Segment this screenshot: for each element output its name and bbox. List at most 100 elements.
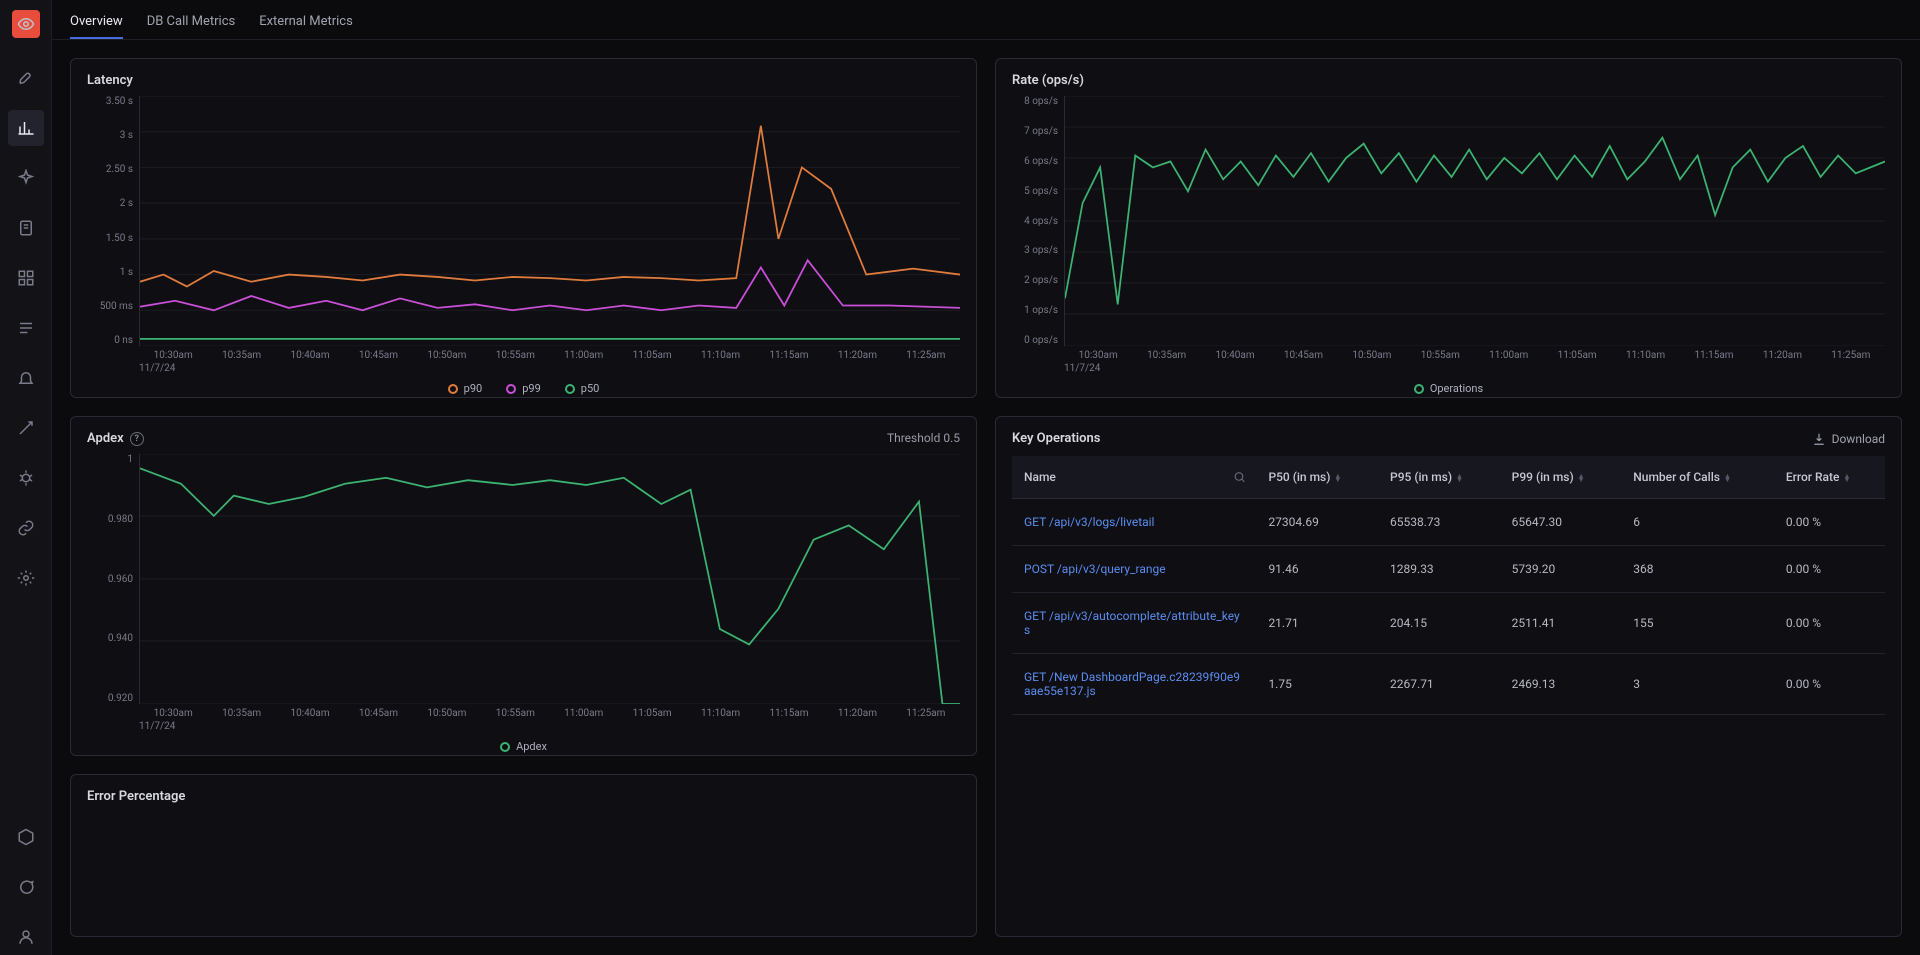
sort-icon[interactable]: ▲▼ bbox=[1578, 474, 1585, 482]
nav-bug[interactable] bbox=[8, 460, 44, 496]
apdex-chart[interactable]: 1 0.980 0.960 0.940 0.920 bbox=[87, 454, 960, 753]
download-button[interactable]: Download bbox=[1812, 432, 1885, 446]
nav-box[interactable] bbox=[8, 819, 44, 855]
op-link[interactable]: GET /New DashboardPage.c28239f90e9aae55e… bbox=[1024, 670, 1240, 698]
col-error-rate[interactable]: Error Rate▲▼ bbox=[1774, 456, 1885, 499]
x-tick: 10:55am bbox=[481, 708, 549, 719]
op-link[interactable]: GET /api/v3/autocomplete/attribute_keys bbox=[1024, 609, 1240, 637]
rate-title: Rate (ops/s) bbox=[1012, 73, 1885, 88]
col-p95[interactable]: P95 (in ms)▲▼ bbox=[1378, 456, 1500, 499]
rocket-icon bbox=[17, 69, 35, 87]
rate-legend: Operations bbox=[1012, 382, 1885, 395]
rate-chart[interactable]: 8 ops/s 7 ops/s 6 ops/s 5 ops/s 4 ops/s … bbox=[1012, 96, 1885, 395]
op-link[interactable]: POST /api/v3/query_range bbox=[1024, 562, 1166, 576]
cell-p99: 2469.13 bbox=[1500, 654, 1622, 715]
legend-p99[interactable]: p99 bbox=[506, 382, 541, 395]
y-tick: 0 ns bbox=[114, 335, 133, 346]
x-tick: 11:20am bbox=[823, 708, 891, 719]
x-tick: 11:25am bbox=[892, 708, 960, 719]
apdex-x-date: 11/7/24 bbox=[139, 719, 960, 732]
x-tick: 10:50am bbox=[413, 350, 481, 361]
apdex-threshold: Threshold 0.5 bbox=[887, 431, 960, 445]
sort-icon[interactable]: ▲▼ bbox=[1456, 474, 1463, 482]
legend-p50[interactable]: p50 bbox=[565, 382, 600, 395]
list-icon bbox=[17, 319, 35, 337]
cell-p95: 1289.33 bbox=[1378, 546, 1500, 593]
bug-icon bbox=[17, 469, 35, 487]
apdex-plot[interactable] bbox=[139, 454, 960, 704]
nav-sparkle[interactable] bbox=[8, 160, 44, 196]
search-icon[interactable] bbox=[1233, 471, 1246, 484]
x-tick: 10:35am bbox=[207, 708, 275, 719]
table-row[interactable]: GET /api/v3/logs/livetail 27304.69 65538… bbox=[1012, 499, 1885, 546]
col-label: Number of Calls bbox=[1633, 470, 1720, 484]
link-icon bbox=[17, 519, 35, 537]
x-tick: 10:40am bbox=[276, 350, 344, 361]
legend-p90[interactable]: p90 bbox=[448, 382, 483, 395]
x-tick: 10:45am bbox=[1269, 350, 1337, 361]
col-calls[interactable]: Number of Calls ▲▼ bbox=[1621, 456, 1774, 499]
x-tick: 11:15am bbox=[755, 350, 823, 361]
cell-err: 0.00 % bbox=[1774, 593, 1885, 654]
latency-plot[interactable] bbox=[139, 96, 960, 346]
col-p99[interactable]: P99 (in ms)▲▼ bbox=[1500, 456, 1622, 499]
nav-integrations[interactable] bbox=[8, 510, 44, 546]
error-percentage-panel: Error Percentage bbox=[70, 774, 977, 937]
apdex-title-row: Apdex ? bbox=[87, 431, 960, 446]
nav-list[interactable] bbox=[8, 310, 44, 346]
x-tick: 11:00am bbox=[550, 708, 618, 719]
y-tick: 0.940 bbox=[108, 633, 133, 644]
legend-label: Operations bbox=[1430, 382, 1483, 395]
sidebar bbox=[0, 0, 52, 955]
nav-user[interactable] bbox=[8, 919, 44, 955]
apdex-y-axis: 1 0.980 0.960 0.940 0.920 bbox=[87, 454, 139, 704]
chat-icon bbox=[17, 878, 35, 896]
col-p50[interactable]: P50 (in ms)▲▼ bbox=[1256, 456, 1378, 499]
x-tick: 10:50am bbox=[1338, 350, 1406, 361]
y-tick: 0.960 bbox=[108, 574, 133, 585]
x-tick: 10:45am bbox=[344, 350, 412, 361]
latency-panel: Latency 3.50 s 3 s 2.50 s 2 s 1.50 s 1 s… bbox=[70, 58, 977, 398]
sort-icon[interactable]: ▲▼ bbox=[1843, 474, 1850, 482]
latency-chart[interactable]: 3.50 s 3 s 2.50 s 2 s 1.50 s 1 s 500 ms … bbox=[87, 96, 960, 395]
cell-calls: 155 bbox=[1621, 593, 1774, 654]
help-icon[interactable]: ? bbox=[130, 432, 144, 446]
tab-db-call-metrics[interactable]: DB Call Metrics bbox=[147, 4, 236, 39]
nav-chat[interactable] bbox=[8, 869, 44, 905]
nav-doc[interactable] bbox=[8, 210, 44, 246]
col-name[interactable]: Name bbox=[1012, 456, 1256, 499]
latency-x-axis: 10:30am 10:35am 10:40am 10:45am 10:50am … bbox=[139, 346, 960, 361]
nav-grid[interactable] bbox=[8, 260, 44, 296]
table-row[interactable]: POST /api/v3/query_range 91.46 1289.33 5… bbox=[1012, 546, 1885, 593]
nav-alerts[interactable] bbox=[8, 360, 44, 396]
x-tick: 11:20am bbox=[1748, 350, 1816, 361]
nav-metrics[interactable] bbox=[8, 110, 44, 146]
tab-external-metrics[interactable]: External Metrics bbox=[259, 4, 353, 39]
legend-operations[interactable]: Operations bbox=[1414, 382, 1483, 395]
cell-p99: 65647.30 bbox=[1500, 499, 1622, 546]
user-icon bbox=[17, 928, 35, 946]
key-operations-table: Name P50 (in ms)▲▼ P95 (in ms)▲▼ P99 (in… bbox=[1012, 456, 1885, 715]
nav-settings[interactable] bbox=[8, 560, 44, 596]
rate-plot[interactable] bbox=[1064, 96, 1885, 346]
cell-p95: 65538.73 bbox=[1378, 499, 1500, 546]
legend-label: p99 bbox=[522, 382, 541, 395]
table-row[interactable]: GET /api/v3/autocomplete/attribute_keys … bbox=[1012, 593, 1885, 654]
table-row[interactable]: GET /New DashboardPage.c28239f90e9aae55e… bbox=[1012, 654, 1885, 715]
y-tick: 7 ops/s bbox=[1024, 126, 1058, 137]
x-tick: 10:30am bbox=[139, 350, 207, 361]
op-link[interactable]: GET /api/v3/logs/livetail bbox=[1024, 515, 1154, 529]
latency-y-axis: 3.50 s 3 s 2.50 s 2 s 1.50 s 1 s 500 ms … bbox=[87, 96, 139, 346]
cell-p99: 5739.20 bbox=[1500, 546, 1622, 593]
tab-overview[interactable]: Overview bbox=[70, 4, 123, 39]
sort-icon[interactable]: ▲▼ bbox=[1334, 474, 1341, 482]
app-logo[interactable] bbox=[12, 10, 40, 38]
nav-wand[interactable] bbox=[8, 410, 44, 446]
sort-icon[interactable]: ▲▼ bbox=[1724, 474, 1731, 482]
x-tick: 11:25am bbox=[892, 350, 960, 361]
nav-rocket[interactable] bbox=[8, 60, 44, 96]
legend-apdex[interactable]: Apdex bbox=[500, 740, 547, 753]
rate-panel: Rate (ops/s) 8 ops/s 7 ops/s 6 ops/s 5 o… bbox=[995, 58, 1902, 398]
key-operations-tbody: GET /api/v3/logs/livetail 27304.69 65538… bbox=[1012, 499, 1885, 715]
rate-x-axis: 10:30am 10:35am 10:40am 10:45am 10:50am … bbox=[1064, 346, 1885, 361]
